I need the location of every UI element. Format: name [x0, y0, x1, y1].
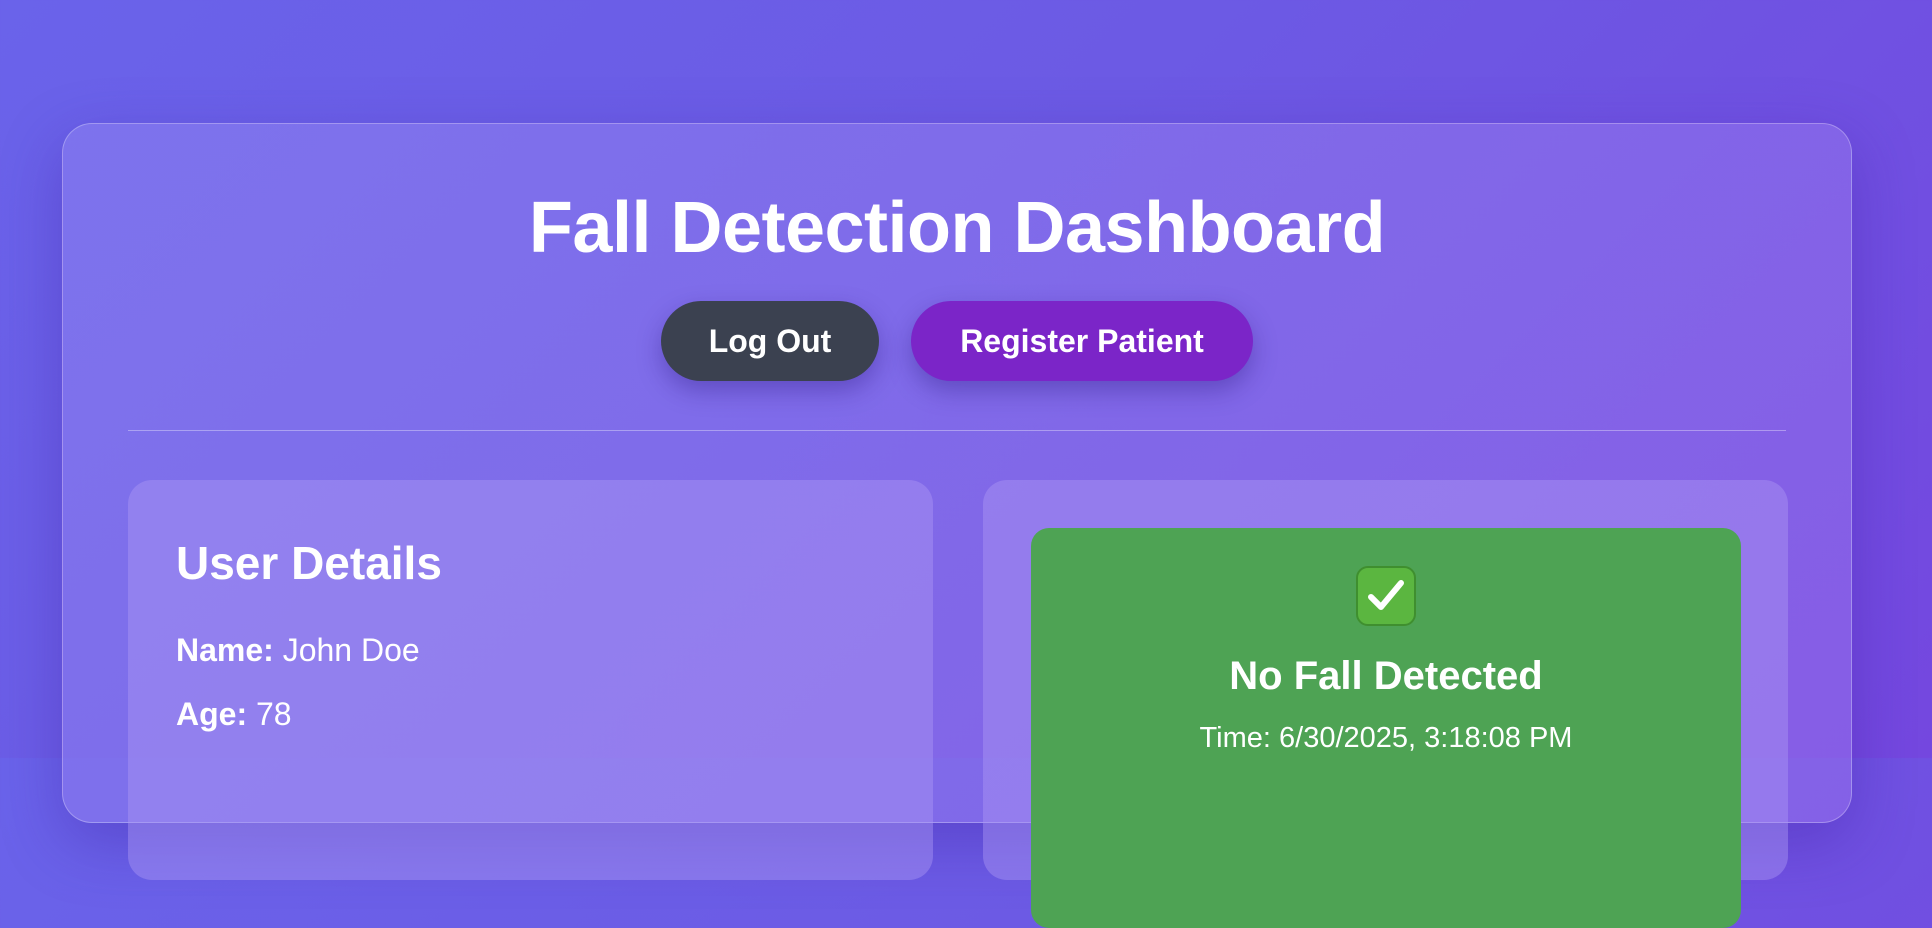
register-patient-button[interactable]: Register Patient — [911, 301, 1253, 381]
check-mark-icon — [1356, 566, 1416, 626]
user-age-value: 78 — [256, 696, 292, 732]
dashboard-panel: Fall Detection Dashboard Log Out Registe… — [62, 123, 1852, 928]
page-title: Fall Detection Dashboard — [528, 188, 1386, 268]
fall-status-title: No Fall Detected — [1229, 654, 1543, 698]
user-details-title: User Details — [176, 537, 442, 589]
user-details-card: User Details Name: John Doe Age: 78 — [128, 480, 933, 880]
header-divider — [128, 430, 1786, 431]
logout-button[interactable]: Log Out — [661, 301, 879, 381]
header-actions: Log Out Register Patient — [63, 301, 1851, 381]
fall-status-box: No Fall Detected Time: 6/30/2025, 3:18:0… — [1031, 528, 1741, 928]
user-age-row: Age: 78 — [176, 696, 292, 733]
fall-status-time: Time: 6/30/2025, 3:18:08 PM — [1199, 722, 1573, 754]
user-age-label: Age: — [176, 696, 248, 732]
user-name-label: Name: — [176, 632, 274, 668]
user-name-value: John Doe — [282, 632, 420, 668]
user-name-row: Name: John Doe — [176, 632, 420, 669]
fall-status-card: No Fall Detected Time: 6/30/2025, 3:18:0… — [983, 480, 1788, 928]
